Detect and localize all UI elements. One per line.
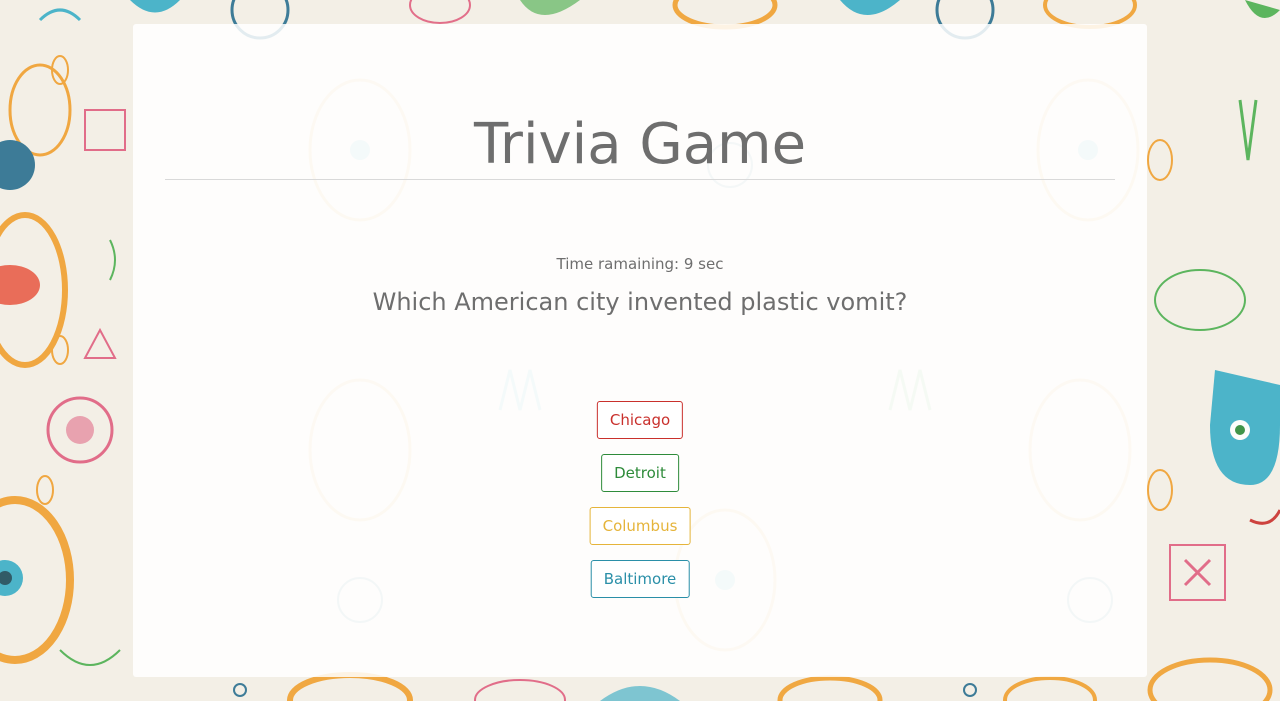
answer-button-detroit[interactable]: Detroit — [601, 454, 679, 492]
answer-button-baltimore[interactable]: Baltimore — [590, 560, 690, 598]
answer-button-chicago[interactable]: Chicago — [596, 401, 684, 439]
page-title: Trivia Game — [473, 112, 807, 177]
title-divider — [165, 179, 1115, 180]
timer-text: Time ramaining: 9 sec — [556, 255, 724, 273]
answer-button-columbus[interactable]: Columbus — [589, 507, 691, 545]
question-text: Which American city invented plastic vom… — [372, 288, 908, 316]
game-panel: Trivia Game Time ramaining: 9 sec Which … — [133, 24, 1147, 677]
